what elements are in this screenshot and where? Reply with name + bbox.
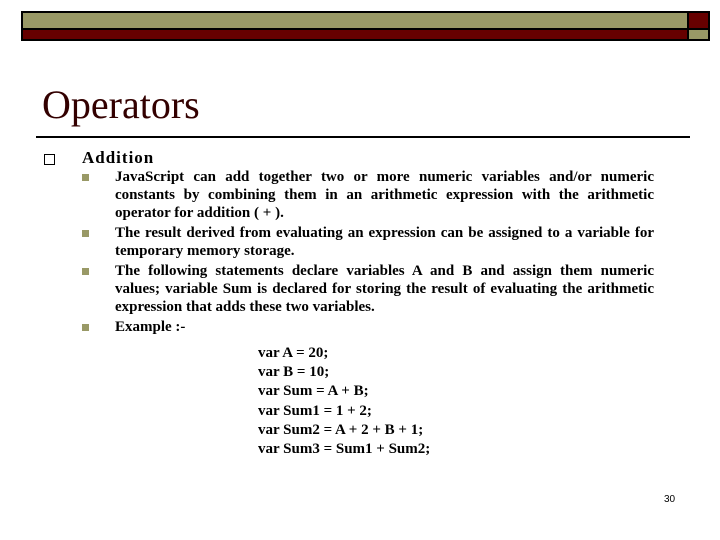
header-corner-olive-square xyxy=(689,30,708,39)
page-number: 30 xyxy=(664,494,676,505)
filled-square-bullet-icon xyxy=(82,324,89,331)
header-red-band xyxy=(23,30,687,39)
code-line: var Sum2 = A + 2 + B + 1; xyxy=(258,421,424,438)
title-divider xyxy=(36,136,690,138)
list-item-text: The following statements declare variabl… xyxy=(115,263,654,315)
filled-square-bullet-icon xyxy=(82,174,89,181)
code-line: var Sum3 = Sum1 + Sum2; xyxy=(258,441,431,458)
filled-square-bullet-icon xyxy=(82,230,89,237)
list-item: The result derived from evaluating an ex… xyxy=(80,224,654,260)
bullet-list: JavaScript can add together two or more … xyxy=(80,168,654,338)
list-item-text: The result derived from evaluating an ex… xyxy=(115,225,654,259)
code-example: var A = 20; var B = 10; var Sum = A + B;… xyxy=(258,344,430,459)
code-line: var Sum1 = 1 + 2; xyxy=(258,402,372,419)
list-item-text: Example :- xyxy=(115,319,186,335)
list-item: Example :- xyxy=(80,318,654,336)
code-line: var A = 20; xyxy=(258,345,329,361)
list-item: JavaScript can add together two or more … xyxy=(80,168,654,222)
header-decoration-bar xyxy=(21,11,710,41)
code-line: var Sum = A + B; xyxy=(258,383,369,400)
list-item: The following statements declare variabl… xyxy=(80,262,654,316)
list-item-text: JavaScript can add together two or more … xyxy=(115,169,654,221)
code-line: var B = 10; xyxy=(258,364,330,381)
header-olive-band xyxy=(23,13,687,28)
level1-heading: Addition xyxy=(82,148,155,167)
header-corner-red-square xyxy=(689,13,708,28)
slide-title: Operators xyxy=(42,82,200,127)
filled-square-bullet-icon xyxy=(82,268,89,275)
hollow-square-bullet-icon xyxy=(44,154,55,165)
